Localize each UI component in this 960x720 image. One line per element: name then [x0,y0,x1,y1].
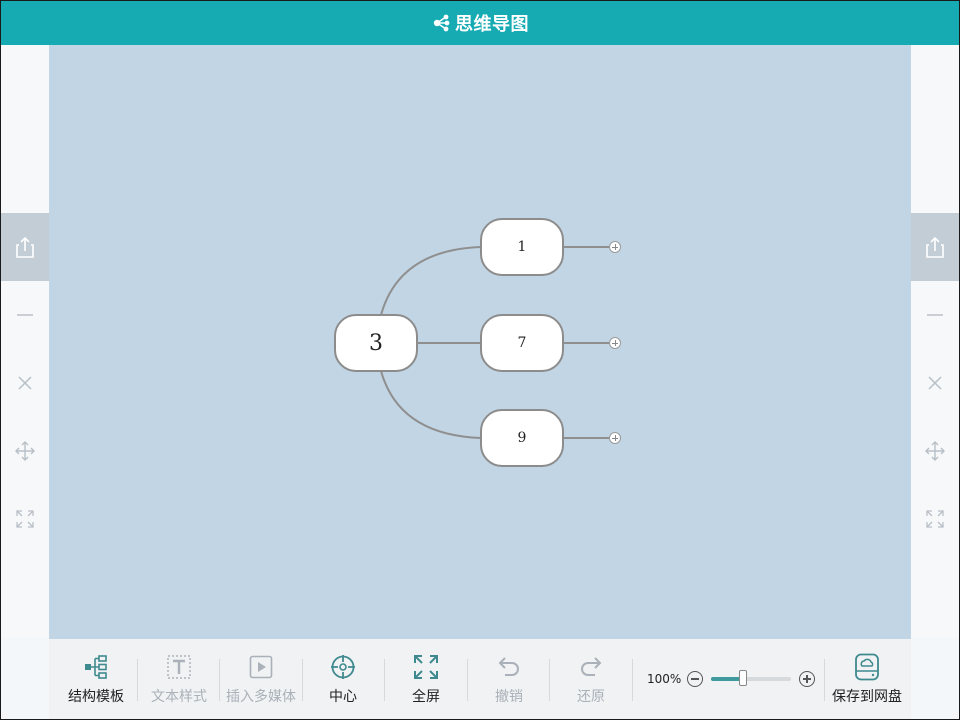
zoom-percent: 100% [647,672,682,686]
child-node-label: 9 [517,430,527,446]
text-style-button[interactable]: 文本样式 [145,639,213,719]
child-node-3[interactable]: 9 [480,409,564,467]
redo-button[interactable]: 还原 [563,639,619,719]
structure-template-label: 结构模板 [68,689,124,705]
fit-icon [16,510,34,528]
structure-template-button[interactable]: 结构模板 [63,639,129,719]
connector-root-child-3 [380,370,482,439]
left-fit-button[interactable] [1,507,49,531]
insert-media-button[interactable]: 插入多媒体 [225,639,297,719]
undo-label: 撤销 [495,689,523,705]
undo-icon [498,657,519,676]
toolbar-separator [467,659,468,701]
crosshair-icon [331,655,355,679]
right-move-button[interactable] [911,439,959,463]
left-side-toolbar [1,45,49,637]
root-node-label: 3 [369,330,383,356]
share-icon [16,236,34,258]
move-icon [15,441,35,461]
zoom-slider-thumb[interactable] [739,670,748,686]
right-share-button[interactable] [911,213,959,281]
left-move-button[interactable] [1,439,49,463]
expand-child-1-icon[interactable] [609,241,621,253]
fullscreen-label: 全屏 [412,689,440,705]
app-title: 思维导图 [455,14,529,35]
zoom-in-icon[interactable] [799,671,816,687]
toolbar-separator [302,659,303,701]
connector-root-child-1 [380,246,482,316]
play-media-icon [249,655,273,679]
center-label: 中心 [329,689,357,705]
close-icon [18,376,32,390]
app-window: 思维导图 3 1 7 9 结构模板 文本样式 插入多媒体 中心 全屏 撤销 还原… [0,0,960,720]
child-node-2[interactable]: 7 [480,314,564,372]
share-icon [926,236,944,258]
toolbar-separator [632,659,633,701]
child-node-label: 1 [517,239,527,255]
bottom-toolbar: 结构模板 文本样式 插入多媒体 中心 全屏 撤销 还原 100% 保存到网盘 [49,639,911,719]
right-fit-button[interactable] [911,507,959,531]
left-close-button[interactable] [1,371,49,395]
redo-label: 还原 [577,689,605,705]
zoom-control: 100% [647,667,816,691]
save-to-disk-label: 保存到网盘 [832,689,902,705]
left-share-button[interactable] [1,213,49,281]
redo-icon [581,657,602,676]
zoom-slider[interactable] [711,670,792,686]
toolbar-separator [824,659,825,701]
expand-child-2-icon[interactable] [609,337,621,349]
left-minimize-button[interactable] [1,303,49,327]
fullscreen-icon [414,655,438,679]
right-minimize-button[interactable] [911,303,959,327]
center-button[interactable]: 中心 [315,639,371,719]
toolbar-separator [384,659,385,701]
right-close-button[interactable] [911,371,959,395]
text-style-icon [167,655,191,679]
expand-child-3-icon[interactable] [609,432,621,444]
mindmap-logo-icon [433,14,450,32]
child-node-label: 7 [517,335,527,351]
fullscreen-button[interactable]: 全屏 [398,639,454,719]
cloud-drive-icon [855,653,879,681]
move-icon [925,441,945,461]
root-node[interactable]: 3 [334,314,418,372]
zoom-out-icon[interactable] [687,671,704,687]
right-side-toolbar [911,45,959,637]
insert-media-label: 插入多媒体 [226,689,296,705]
child-node-1[interactable]: 1 [480,218,564,276]
structure-tree-icon [85,655,107,679]
mindmap-canvas[interactable]: 3 1 7 9 [49,45,911,639]
text-style-label: 文本样式 [151,689,207,705]
toolbar-separator [219,659,220,701]
toolbar-separator [549,659,550,701]
close-icon [928,376,942,390]
fit-icon [926,510,944,528]
toolbar-separator [137,659,138,701]
undo-button[interactable]: 撤销 [481,639,537,719]
minimize-icon [927,314,943,316]
save-to-disk-button[interactable]: 保存到网盘 [832,639,902,719]
title-bar: 思维导图 [1,1,959,45]
minimize-icon [17,314,33,316]
